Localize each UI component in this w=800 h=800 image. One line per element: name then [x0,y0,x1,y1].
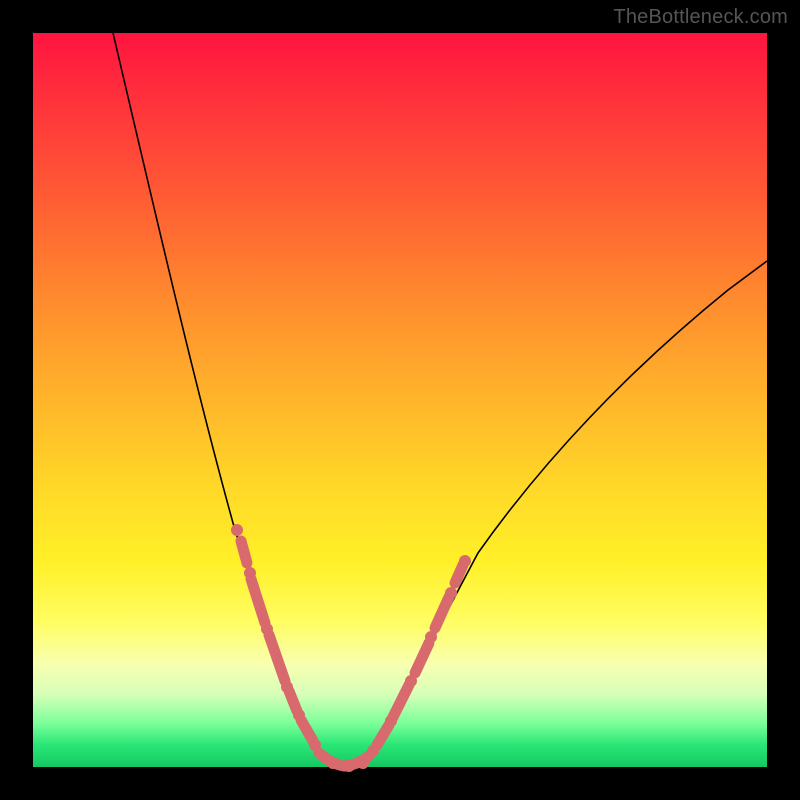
curve-right-branch [363,261,767,763]
curve-layer [33,33,767,767]
plot-area [33,33,767,767]
chart-stage: TheBottleneck.com [0,0,800,800]
curve-left-branch [113,33,333,763]
watermark-label: TheBottleneck.com [613,6,788,29]
bead-dots [232,525,471,772]
